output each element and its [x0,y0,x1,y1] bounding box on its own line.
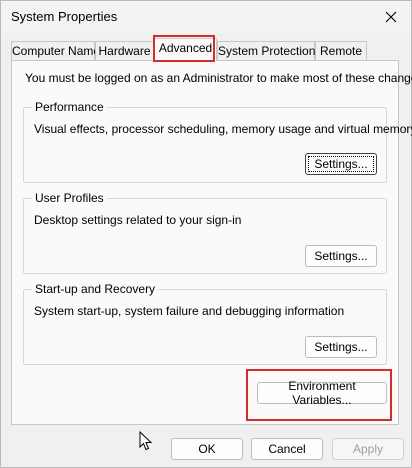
startup-recovery-description: System start-up, system failure and debu… [34,304,345,318]
environment-variables-button[interactable]: Environment Variables... [257,379,387,407]
performance-settings-button[interactable]: Settings... [305,153,377,175]
tab-advanced[interactable]: Advanced [154,38,217,61]
mouse-pointer-icon [139,431,153,451]
tab-computer-name[interactable]: Computer Name [11,41,100,61]
title-bar: System Properties [1,1,411,33]
startup-recovery-group: Start-up and Recovery System start-up, s… [23,282,387,365]
ok-button[interactable]: OK [171,438,243,460]
performance-group-label: Performance [32,100,107,114]
startup-recovery-settings-button[interactable]: Settings... [305,336,377,358]
window-title: System Properties [11,9,118,24]
close-icon [385,11,397,23]
tab-system-protection[interactable]: System Protection [217,41,315,61]
cancel-button[interactable]: Cancel [251,438,323,460]
performance-description: Visual effects, processor scheduling, me… [34,122,412,136]
advanced-tab-panel: You must be logged on as an Administrato… [11,60,412,425]
tab-remote[interactable]: Remote [315,41,367,61]
tab-hardware[interactable]: Hardware [95,41,154,61]
user-profiles-settings-button[interactable]: Settings... [305,245,377,267]
user-profiles-group: User Profiles Desktop settings related t… [23,191,387,274]
performance-group: Performance Visual effects, processor sc… [23,100,412,183]
close-button[interactable] [381,7,401,27]
user-profiles-description: Desktop settings related to your sign-in [34,213,242,227]
startup-recovery-group-label: Start-up and Recovery [32,282,159,296]
admin-notice: You must be logged on as an Administrato… [25,71,412,85]
system-properties-window: System Properties Computer Name Hardware… [0,0,412,468]
apply-button[interactable]: Apply [332,438,404,460]
user-profiles-group-label: User Profiles [32,191,107,205]
